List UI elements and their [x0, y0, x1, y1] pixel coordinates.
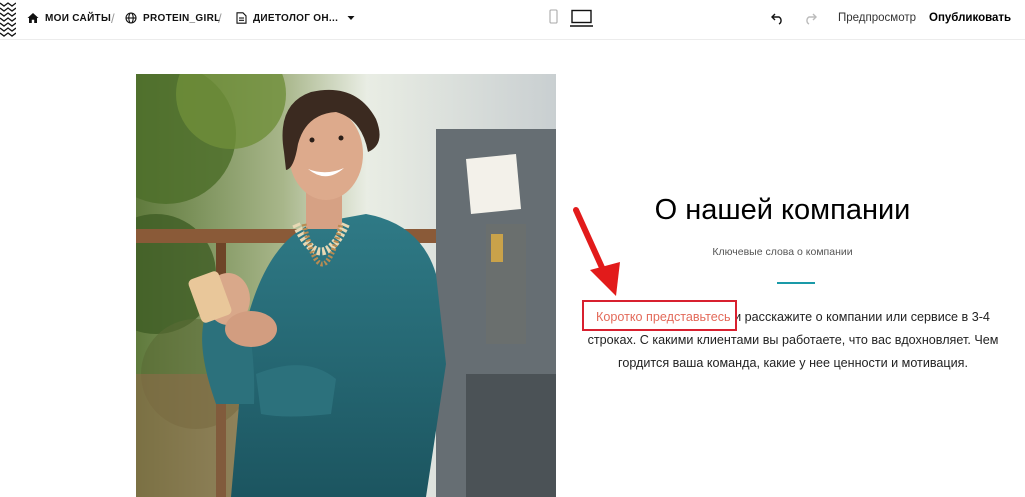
redo-icon[interactable]: [803, 11, 817, 25]
breadcrumb-site[interactable]: PROTEIN_GIRL: [125, 0, 221, 36]
about-section-image[interactable]: [136, 74, 556, 497]
breadcrumb-site-label: PROTEIN_GIRL: [143, 12, 221, 24]
logo-icon[interactable]: [0, 0, 16, 40]
section-subtitle[interactable]: Ключевые слова о компании: [565, 246, 1000, 258]
undo-icon[interactable]: [771, 11, 785, 25]
breadcrumb-my-sites-label: МОИ САЙТЫ: [45, 12, 112, 24]
publish-button[interactable]: Опубликовать: [929, 0, 1011, 36]
page-icon: [236, 12, 247, 24]
title-divider: [777, 282, 815, 284]
chevron-down-icon: [347, 16, 355, 20]
editor-toolbar: МОИ САЙТЫ / PROTEIN_GIRL / ДИЕТОЛОГ ОН..…: [0, 0, 1025, 40]
desktop-view-icon[interactable]: [570, 8, 594, 28]
annotation-arrow-icon: [573, 207, 620, 296]
section-title[interactable]: О нашей компании: [565, 194, 1000, 227]
mobile-view-icon[interactable]: [549, 8, 559, 26]
breadcrumb-my-sites[interactable]: МОИ САЙТЫ: [27, 0, 111, 36]
breadcrumb-separator: /: [111, 10, 115, 26]
page-selector-label: ДИЕТОЛОГ ОН...: [253, 12, 339, 24]
preview-button[interactable]: Предпросмотр: [838, 0, 916, 36]
globe-icon: [125, 12, 137, 24]
breadcrumb-separator: /: [218, 10, 222, 26]
page-selector-dropdown[interactable]: ДИЕТОЛОГ ОН...: [236, 0, 355, 36]
annotation-highlight-box: [582, 300, 737, 331]
home-icon: [27, 13, 39, 23]
